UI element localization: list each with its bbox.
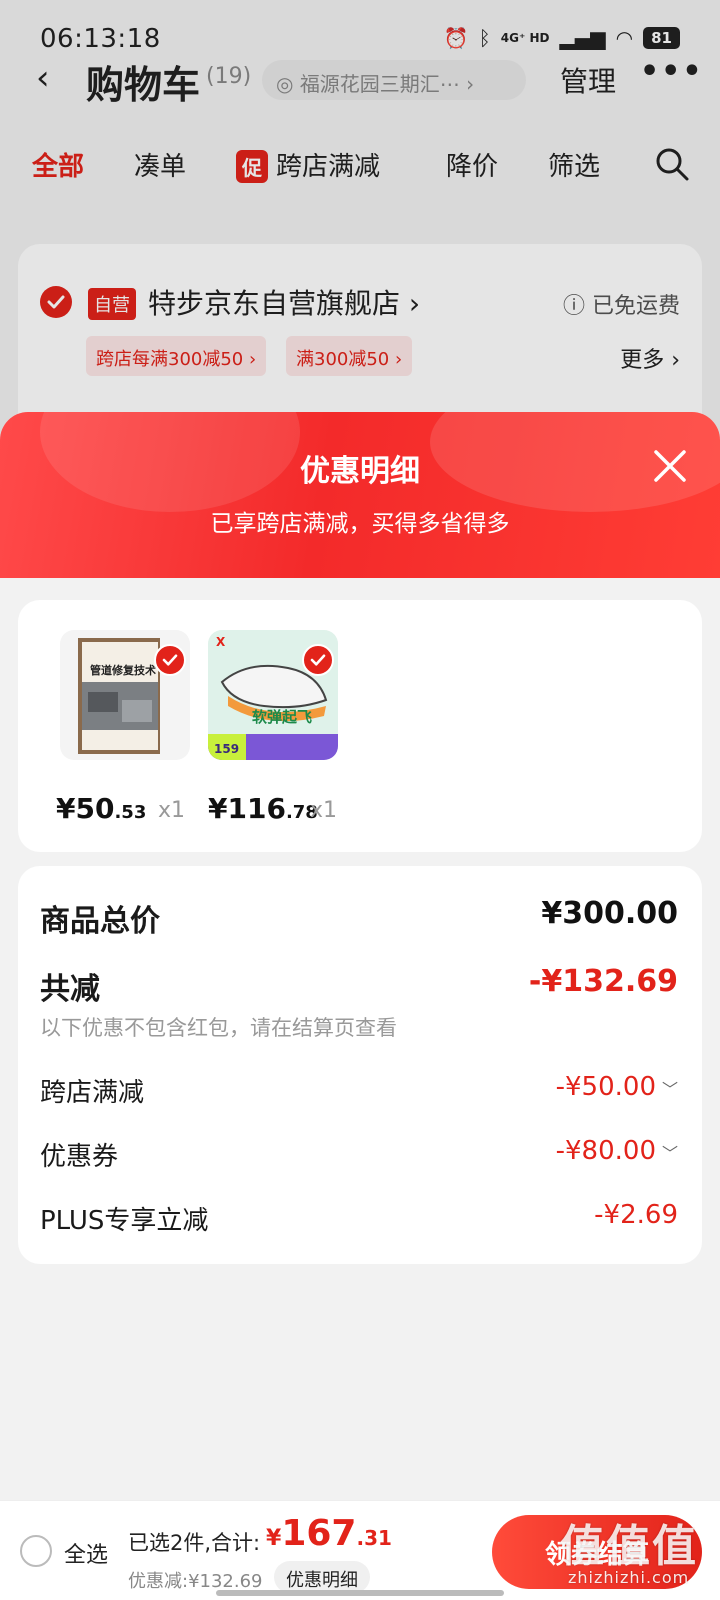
product-item[interactable]: X 软弹起飞 159 ¥116.78 x1: [208, 630, 338, 825]
select-all-label[interactable]: 全选: [64, 1537, 108, 1569]
discount-line-label: 跨店满减: [40, 1078, 145, 1108]
discount-line-value: -¥80.00: [555, 1136, 656, 1166]
book-cover-text: 管道修复技术: [90, 664, 156, 677]
cart-total-price: ¥167.31: [266, 1513, 392, 1554]
product-price: ¥50.53: [56, 792, 146, 825]
price-integer: 50: [75, 792, 115, 825]
selected-check-icon: [302, 644, 334, 676]
total-reduction-value: -¥132.69: [528, 964, 678, 999]
total-price-value: ¥300.00: [541, 896, 678, 931]
backdrop-dim[interactable]: [0, 0, 720, 440]
cart-page-background: 06:13:18 ⏰ ᛒ 4G⁺ HD ▂▄▆ ◠ 81 ‹ 购物车 (19) …: [0, 0, 720, 440]
reduction-note: 以下优惠不包含红包，请在结算页查看: [40, 1016, 397, 1040]
product-quantity: x1: [310, 798, 338, 823]
discount-detail-sheet: 优惠明细 已享跨店满减，买得多省得多 管道修复技术 ¥50.53 x1 X 软弹…: [0, 412, 720, 1600]
selected-summary: 已选2件,合计:: [128, 1531, 261, 1555]
total-integer: 167: [281, 1513, 357, 1554]
sheet-title: 优惠明细: [300, 454, 420, 489]
select-all-checkbox[interactable]: [20, 1535, 52, 1567]
total-reduction-label: 共减: [40, 972, 100, 1007]
shoe-promo-price: 159: [214, 742, 240, 756]
price-decimal: .53: [114, 802, 147, 823]
product-thumbnail-shoe: X 软弹起飞 159: [208, 630, 338, 760]
chevron-down-icon: ﹀: [661, 1079, 678, 1099]
shoe-promo-text: 软弹起飞: [252, 708, 313, 726]
total-price-label: 商品总价: [40, 904, 160, 939]
discount-detail-button[interactable]: 优惠明细: [274, 1561, 370, 1593]
discount-line-value: -¥50.00: [555, 1072, 656, 1102]
products-card: 管道修复技术 ¥50.53 x1 X 软弹起飞 159 ¥116.78 x1: [18, 600, 702, 852]
sheet-subtitle: 已享跨店满减，买得多省得多: [210, 511, 510, 537]
watermark-url: zhizhizhi.com: [568, 1568, 690, 1587]
price-currency: ¥: [56, 792, 76, 825]
product-thumbnail-book: 管道修复技术: [60, 630, 190, 760]
product-quantity: x1: [158, 798, 186, 823]
watermark-logo: 值值值: [560, 1521, 698, 1572]
home-indicator[interactable]: [216, 1590, 504, 1596]
product-item[interactable]: 管道修复技术 ¥50.53 x1: [56, 630, 190, 825]
total-decimal: .31: [356, 1526, 392, 1550]
close-icon[interactable]: [650, 446, 690, 486]
discount-line-label: 优惠券: [40, 1142, 119, 1172]
sheet-header: 优惠明细 已享跨店满减，买得多省得多: [0, 412, 720, 578]
discount-line-value: -¥2.69: [594, 1200, 678, 1230]
total-currency: ¥: [266, 1526, 282, 1551]
chevron-down-icon: ﹀: [661, 1143, 678, 1163]
discount-line-label: PLUS专享立减: [40, 1206, 209, 1236]
svg-text:X: X: [216, 635, 226, 649]
product-price: ¥116.78: [208, 792, 318, 825]
discount-line-row[interactable]: -¥80.00 ﹀: [556, 1136, 678, 1166]
discount-line-row[interactable]: -¥50.00 ﹀: [556, 1072, 678, 1102]
price-summary-card: 商品总价 ¥300.00 共减 -¥132.69 以下优惠不包含红包，请在结算页…: [18, 866, 702, 1264]
price-currency: ¥: [208, 792, 228, 825]
selected-check-icon: [154, 644, 186, 676]
price-integer: 116: [227, 792, 286, 825]
